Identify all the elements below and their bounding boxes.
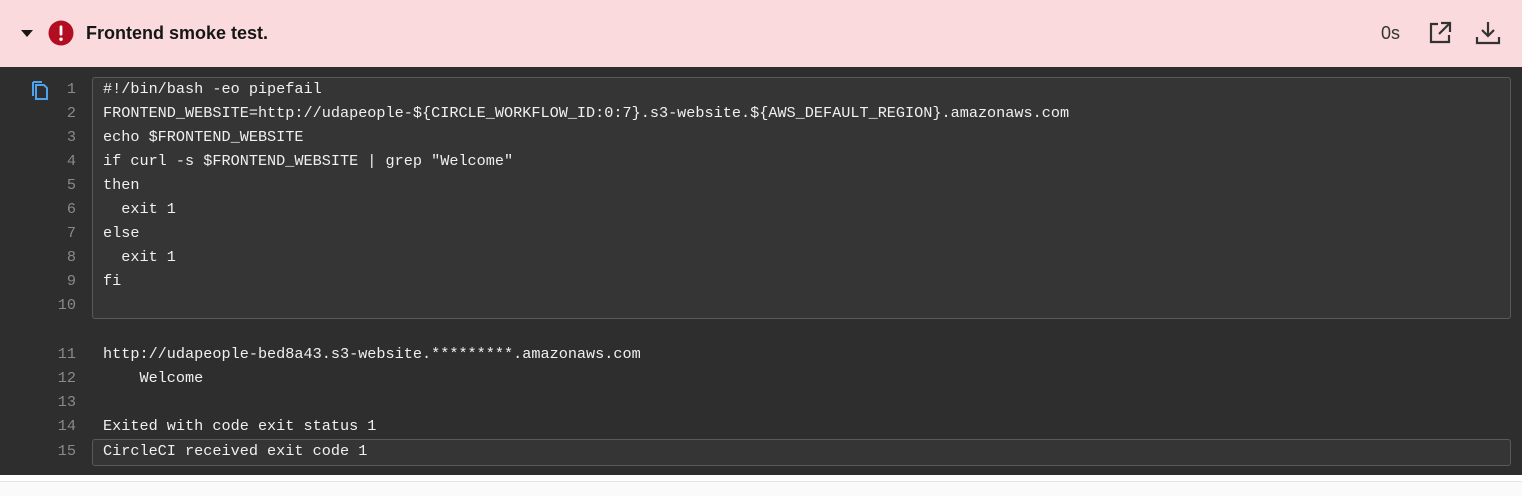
- line-number: 9: [66, 272, 76, 290]
- line-text: Exited with code exit status 1: [103, 417, 377, 435]
- terminal-output: 1 #!/bin/bash -eo pipefail 2 FRONTEND_WEBS…: [0, 67, 1522, 475]
- line-text: FRONTEND_WEBSITE=http://udapeople-${CIRC…: [103, 104, 1070, 122]
- code-line: 5 then: [0, 173, 1500, 197]
- output-line: 13: [0, 390, 1500, 414]
- code-line: 1 #!/bin/bash -eo pipefail: [0, 77, 1500, 101]
- line-number: 5: [66, 176, 76, 194]
- line-text: Welcome: [103, 369, 204, 387]
- line-text: fi: [103, 272, 122, 290]
- code-line: 2 FRONTEND_WEBSITE=http://udapeople-${CIR…: [0, 101, 1500, 125]
- caret-down-icon[interactable]: [21, 30, 33, 37]
- line-number: 3: [66, 128, 76, 146]
- code-line: 7 else: [0, 221, 1500, 245]
- line-number: 8: [66, 248, 76, 266]
- download-icon[interactable]: [1475, 20, 1501, 46]
- line-text: #!/bin/bash -eo pipefail: [103, 80, 322, 98]
- line-text: CircleCI received exit code 1: [103, 442, 368, 460]
- line-number: 12: [57, 369, 76, 387]
- line-text: echo $FRONTEND_WEBSITE: [103, 128, 304, 146]
- line-text: exit 1: [103, 200, 176, 218]
- line-number: 14: [57, 417, 76, 435]
- output-line: 14 Exited with code exit status 1: [0, 414, 1500, 438]
- step-header[interactable]: Frontend smoke test. 0s: [0, 0, 1522, 67]
- line-number: 2: [66, 104, 76, 122]
- output-line: 12 Welcome: [0, 366, 1500, 390]
- output-line: 11 http://udapeople-bed8a43.s3-website.**…: [0, 342, 1500, 366]
- code-line: 10: [0, 293, 1500, 317]
- next-step-placeholder: [0, 481, 1522, 496]
- line-number: 10: [57, 296, 76, 314]
- open-external-icon[interactable]: [1427, 20, 1453, 46]
- error-circle-icon: [48, 20, 74, 46]
- line-text: http://udapeople-bed8a43.s3-website.****…: [103, 345, 641, 363]
- step-title: Frontend smoke test.: [86, 23, 269, 43]
- code-line: 9 fi: [0, 269, 1500, 293]
- line-number: 13: [57, 393, 76, 411]
- code-line: 4 if curl -s $FRONTEND_WEBSITE | grep "We…: [0, 149, 1500, 173]
- line-number: 11: [57, 345, 76, 363]
- code-line: 6 exit 1: [0, 197, 1500, 221]
- line-text: else: [103, 224, 140, 242]
- scroll-gutter: [1522, 0, 1532, 495]
- code-line: 8 exit 1: [0, 245, 1500, 269]
- output-line: 15 CircleCI received exit code 1: [0, 439, 1500, 463]
- line-text: then: [103, 176, 140, 194]
- line-number: 1: [66, 80, 76, 98]
- code-line: 3 echo $FRONTEND_WEBSITE: [0, 125, 1500, 149]
- line-text: if curl -s $FRONTEND_WEBSITE | grep "Wel…: [103, 152, 514, 170]
- line-number: 4: [66, 152, 76, 170]
- line-number: 7: [66, 224, 76, 242]
- line-text: exit 1: [103, 248, 176, 266]
- step-duration: 0s: [1381, 23, 1401, 43]
- line-number: 15: [57, 442, 76, 460]
- line-number: 6: [66, 200, 76, 218]
